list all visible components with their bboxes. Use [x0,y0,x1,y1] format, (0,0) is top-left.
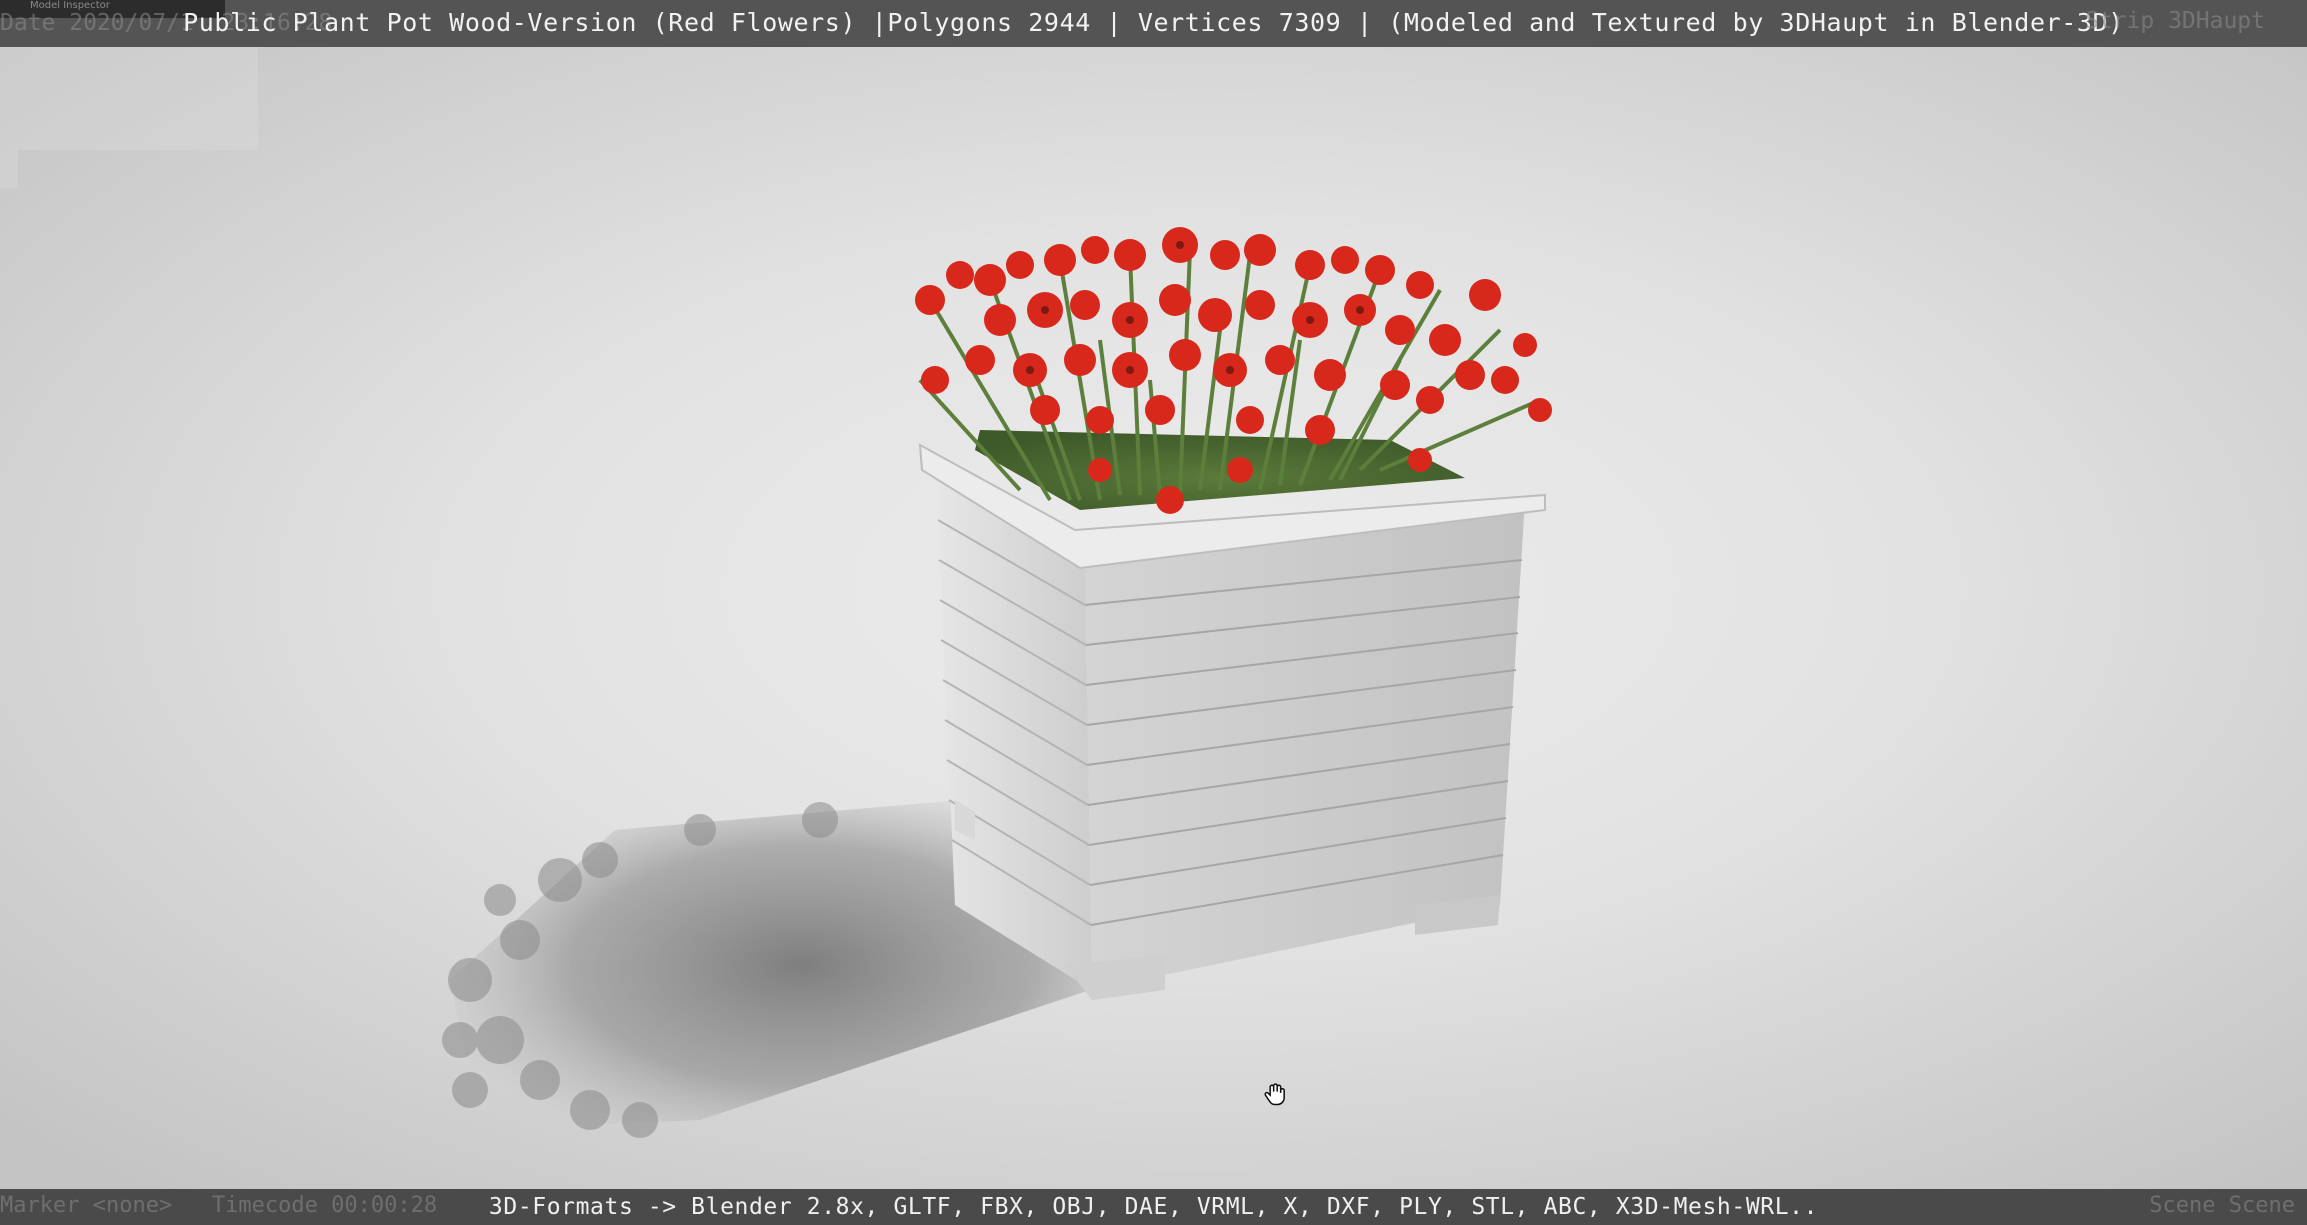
ghost-marker-text: Marker <none> Timecode 00:00:28 [0,1193,438,1218]
model-title: Public Plant Pot Wood-Version (Red Flowe… [183,8,2124,37]
title-bar: Model Inspector Date 2020/07/1 23:16:28 … [0,0,2307,47]
formats-text: 3D-Formats -> Blender 2.8x, GLTF, FBX, O… [488,1194,1819,1220]
status-bar: Marker <none> Timecode 00:00:28 3D-Forma… [0,1189,2307,1225]
ghost-strip-text: Strip 3DHaupt [2084,8,2265,34]
ghost-scene-text: Scene Scene [2149,1193,2295,1218]
3d-viewport[interactable] [0,47,2307,1189]
hand-grab-icon [1264,1083,1285,1106]
plant-pot-model[interactable] [0,47,2307,1189]
